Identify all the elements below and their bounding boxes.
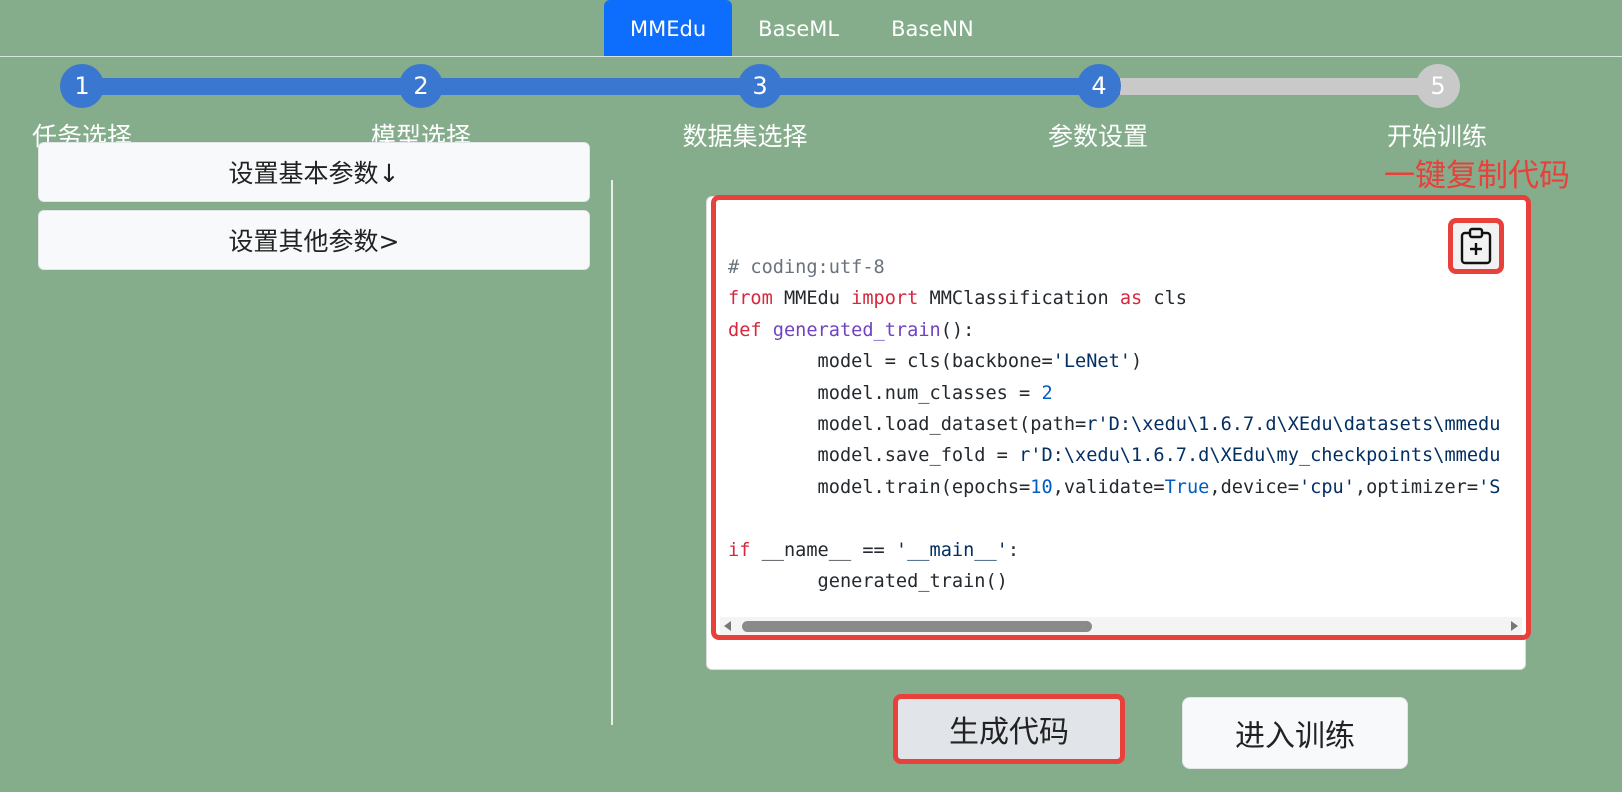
step-1-circle[interactable]: 1 [60,64,104,108]
code-viewer[interactable]: # coding:utf-8 from MMEdu import MMClassi… [711,195,1531,640]
clipboard-plus-icon [1460,227,1492,265]
code-token: from [728,288,773,310]
code-token: 'LeNet' [1052,351,1132,373]
code-line: from MMEdu import MMClassification as cl… [728,283,1526,314]
copy-code-annotation: 一键复制代码 [1384,158,1570,194]
tab-baseml[interactable]: BaseML [732,0,865,57]
code-token: ,device= [1209,476,1299,498]
code-token: ,validate= [1052,476,1165,498]
code-line: # coding:utf-8 [728,252,1526,283]
step-3-circle[interactable]: 3 [738,64,782,108]
step-4-label: 参数设置 [1047,122,1149,151]
code-token: model.num_classes = [728,382,1042,404]
code-line: model = cls(backbone='LeNet') [728,346,1526,377]
code-line: if __name__ == '__main__': [728,535,1526,566]
code-token: : [1007,539,1020,561]
step-progress-done [82,78,1120,95]
code-token: r'D:\xedu\1.6.7.d\XEdu\datasets\mmedu [1086,413,1501,435]
code-block: # coding:utf-8 from MMEdu import MMClassi… [728,252,1526,597]
step-2-circle[interactable]: 2 [399,64,443,108]
code-token: '__main__' [895,539,1008,561]
code-token: ,optimizer= [1354,476,1479,498]
code-token: model.load_dataset(path= [728,413,1087,435]
code-token: 2 [1041,382,1053,404]
code-token: import [851,288,919,310]
code-line: model.num_classes = 2 [728,378,1526,409]
code-token: MMEdu [772,288,852,310]
step-5-label: 开始训练 [1386,122,1488,151]
code-token: # coding:utf-8 [728,257,885,278]
code-token: r'D:\xedu\1.6.7.d\XEdu\my_checkpoints\mm… [1019,445,1501,467]
code-token: MMClassification [918,288,1120,310]
code-token: 'cpu' [1298,476,1355,498]
code-token: __name__ == [750,539,896,561]
code-line: model.save_fold = r'D:\xedu\1.6.7.d\XEdu… [728,440,1526,471]
step-4-circle[interactable]: 4 [1077,64,1121,108]
code-line: model.train(epochs=10,validate=True,devi… [728,472,1526,503]
code-line: generated_train() [728,566,1526,597]
code-token: 10 [1030,476,1053,498]
code-token: cls [1142,288,1187,310]
tab-mmedu[interactable]: MMEdu [604,0,733,57]
basic-params-button[interactable]: 设置基本参数↓ [38,142,590,202]
code-token: as [1119,288,1143,310]
generate-code-button[interactable]: 生成代码 [893,694,1125,764]
library-tabs: MMEdu BaseML BaseNN [604,0,1000,57]
code-token: if [728,539,751,561]
code-line: model.load_dataset(path=r'D:\xedu\1.6.7.… [728,409,1526,440]
code-token: def [728,319,762,341]
tab-basenn[interactable]: BaseNN [865,0,1000,57]
panel-divider [611,180,613,725]
code-horizontal-scrollbar[interactable] [720,617,1522,635]
code-token: model = cls(backbone= [728,351,1053,373]
step-3-label: 数据集选择 [682,122,808,151]
code-token: 'S [1478,476,1501,498]
other-params-button[interactable]: 设置其他参数> [38,210,590,270]
code-line: def generated_train(): [728,315,1526,346]
enter-training-button[interactable]: 进入训练 [1182,697,1408,769]
code-token: model.train(epochs= [728,476,1031,498]
code-token: ) [1131,351,1143,373]
scroll-left-arrow-icon[interactable] [724,621,731,631]
code-token: (): [940,319,975,341]
tabs-divider [0,56,1622,57]
code-token: model.save_fold = [728,445,1020,467]
copy-code-button[interactable] [1448,218,1504,274]
code-token: True [1164,476,1210,498]
code-token: generated_train() [728,570,1008,592]
scrollbar-thumb[interactable] [742,621,1092,632]
step-progress-remaining [1120,78,1430,95]
code-token: generated_train [772,319,941,341]
step-5-circle[interactable]: 5 [1416,64,1460,108]
scroll-right-arrow-icon[interactable] [1511,621,1518,631]
